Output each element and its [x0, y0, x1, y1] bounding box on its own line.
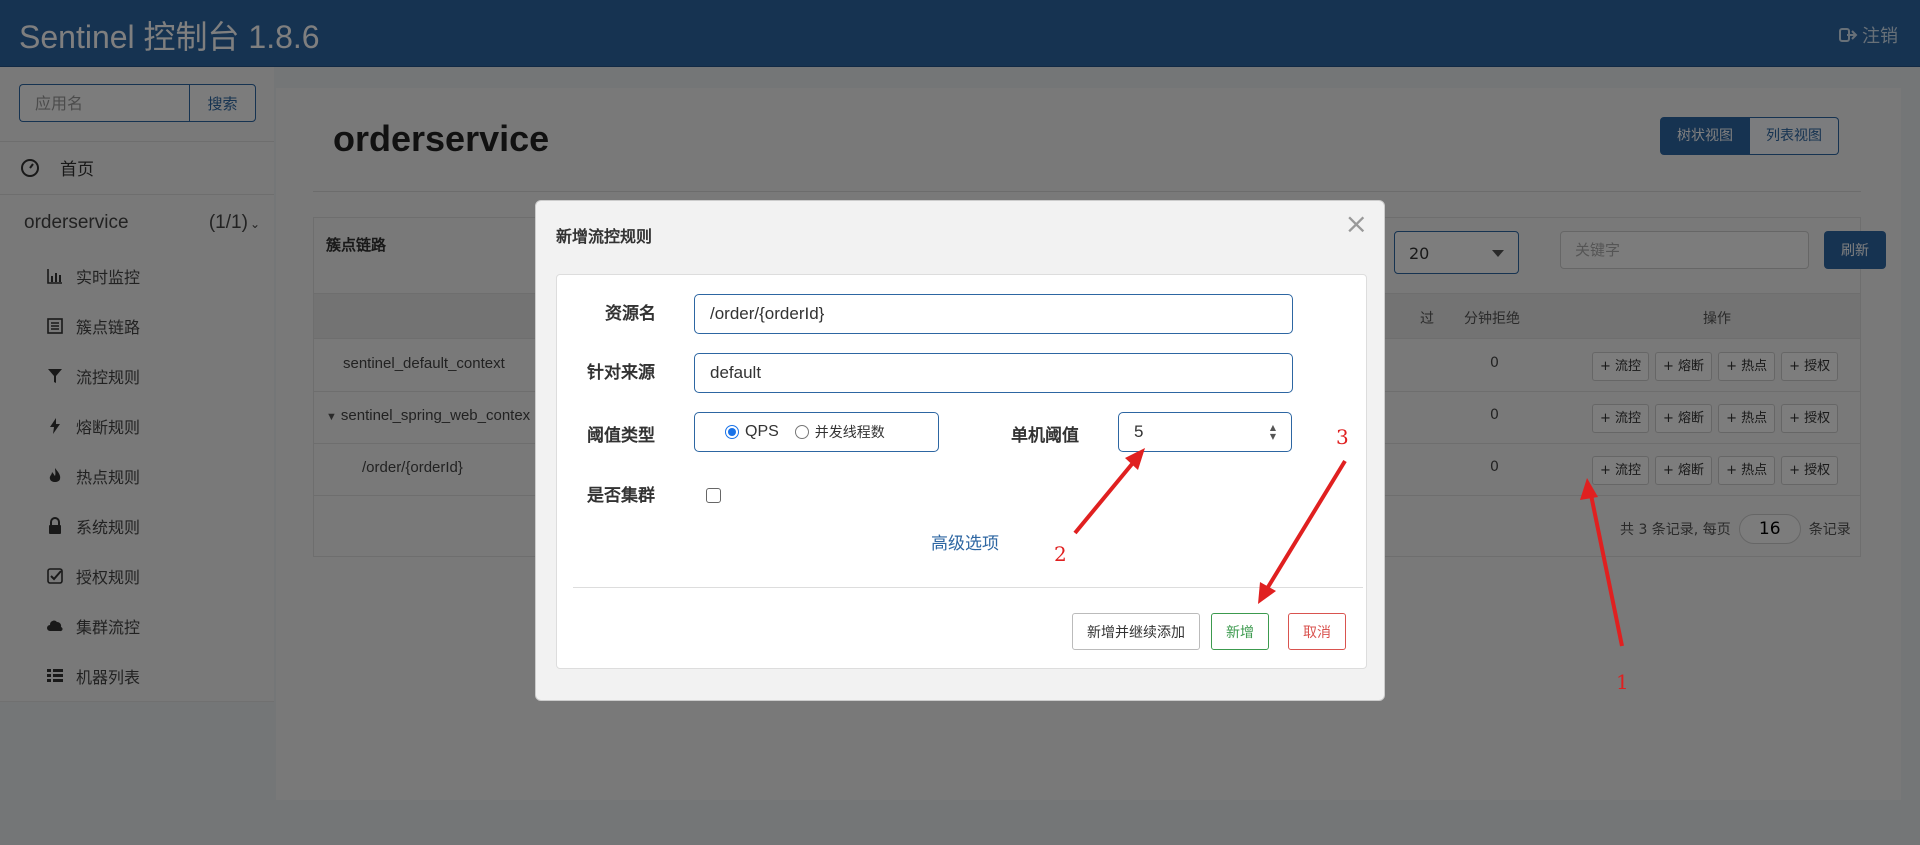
- cluster-label: 是否集群: [587, 486, 655, 506]
- add-and-continue-button[interactable]: 新增并继续添加: [1072, 613, 1200, 650]
- threshold-value: 5: [1134, 422, 1144, 441]
- close-icon[interactable]: ×: [1345, 207, 1368, 240]
- thread-count-label: 并发线程数: [814, 425, 885, 441]
- threshold-stepper[interactable]: 5 ▲ ▼: [1118, 412, 1292, 452]
- qps-label: QPS: [745, 423, 779, 440]
- annotation-number-1: 1: [1616, 670, 1629, 694]
- stepper-arrows-icon[interactable]: ▲ ▼: [1270, 423, 1276, 441]
- annotation-number-2: 2: [1054, 542, 1067, 566]
- cluster-mode-checkbox[interactable]: [706, 488, 721, 503]
- dialog-form: 资源名 针对来源 阈值类型 QPS 并发线程数 单机阈值 5 ▲▼ 是否集群 高…: [556, 274, 1367, 669]
- cancel-button[interactable]: 取消: [1288, 613, 1346, 650]
- dialog-title: 新增流控规则: [556, 227, 653, 246]
- advanced-options-link[interactable]: 高级选项: [931, 529, 999, 554]
- threshold-type-label: 阈值类型: [587, 426, 655, 446]
- threshold-type-group: QPS 并发线程数: [694, 412, 939, 452]
- source-label: 针对来源: [587, 363, 655, 383]
- thread-count-radio[interactable]: [794, 425, 809, 439]
- footer-divider: [573, 587, 1363, 588]
- resource-label: 资源名: [605, 304, 656, 324]
- single-threshold-label: 单机阈值: [1011, 426, 1079, 446]
- add-button[interactable]: 新增: [1211, 613, 1269, 650]
- limit-app-field[interactable]: [694, 353, 1293, 393]
- add-flow-rule-dialog: 新增流控规则 × 资源名 针对来源 阈值类型 QPS 并发线程数 单机阈值 5 …: [535, 200, 1385, 701]
- qps-radio[interactable]: [725, 425, 739, 439]
- annotation-number-3: 3: [1336, 425, 1349, 449]
- resource-name-field[interactable]: [694, 294, 1293, 334]
